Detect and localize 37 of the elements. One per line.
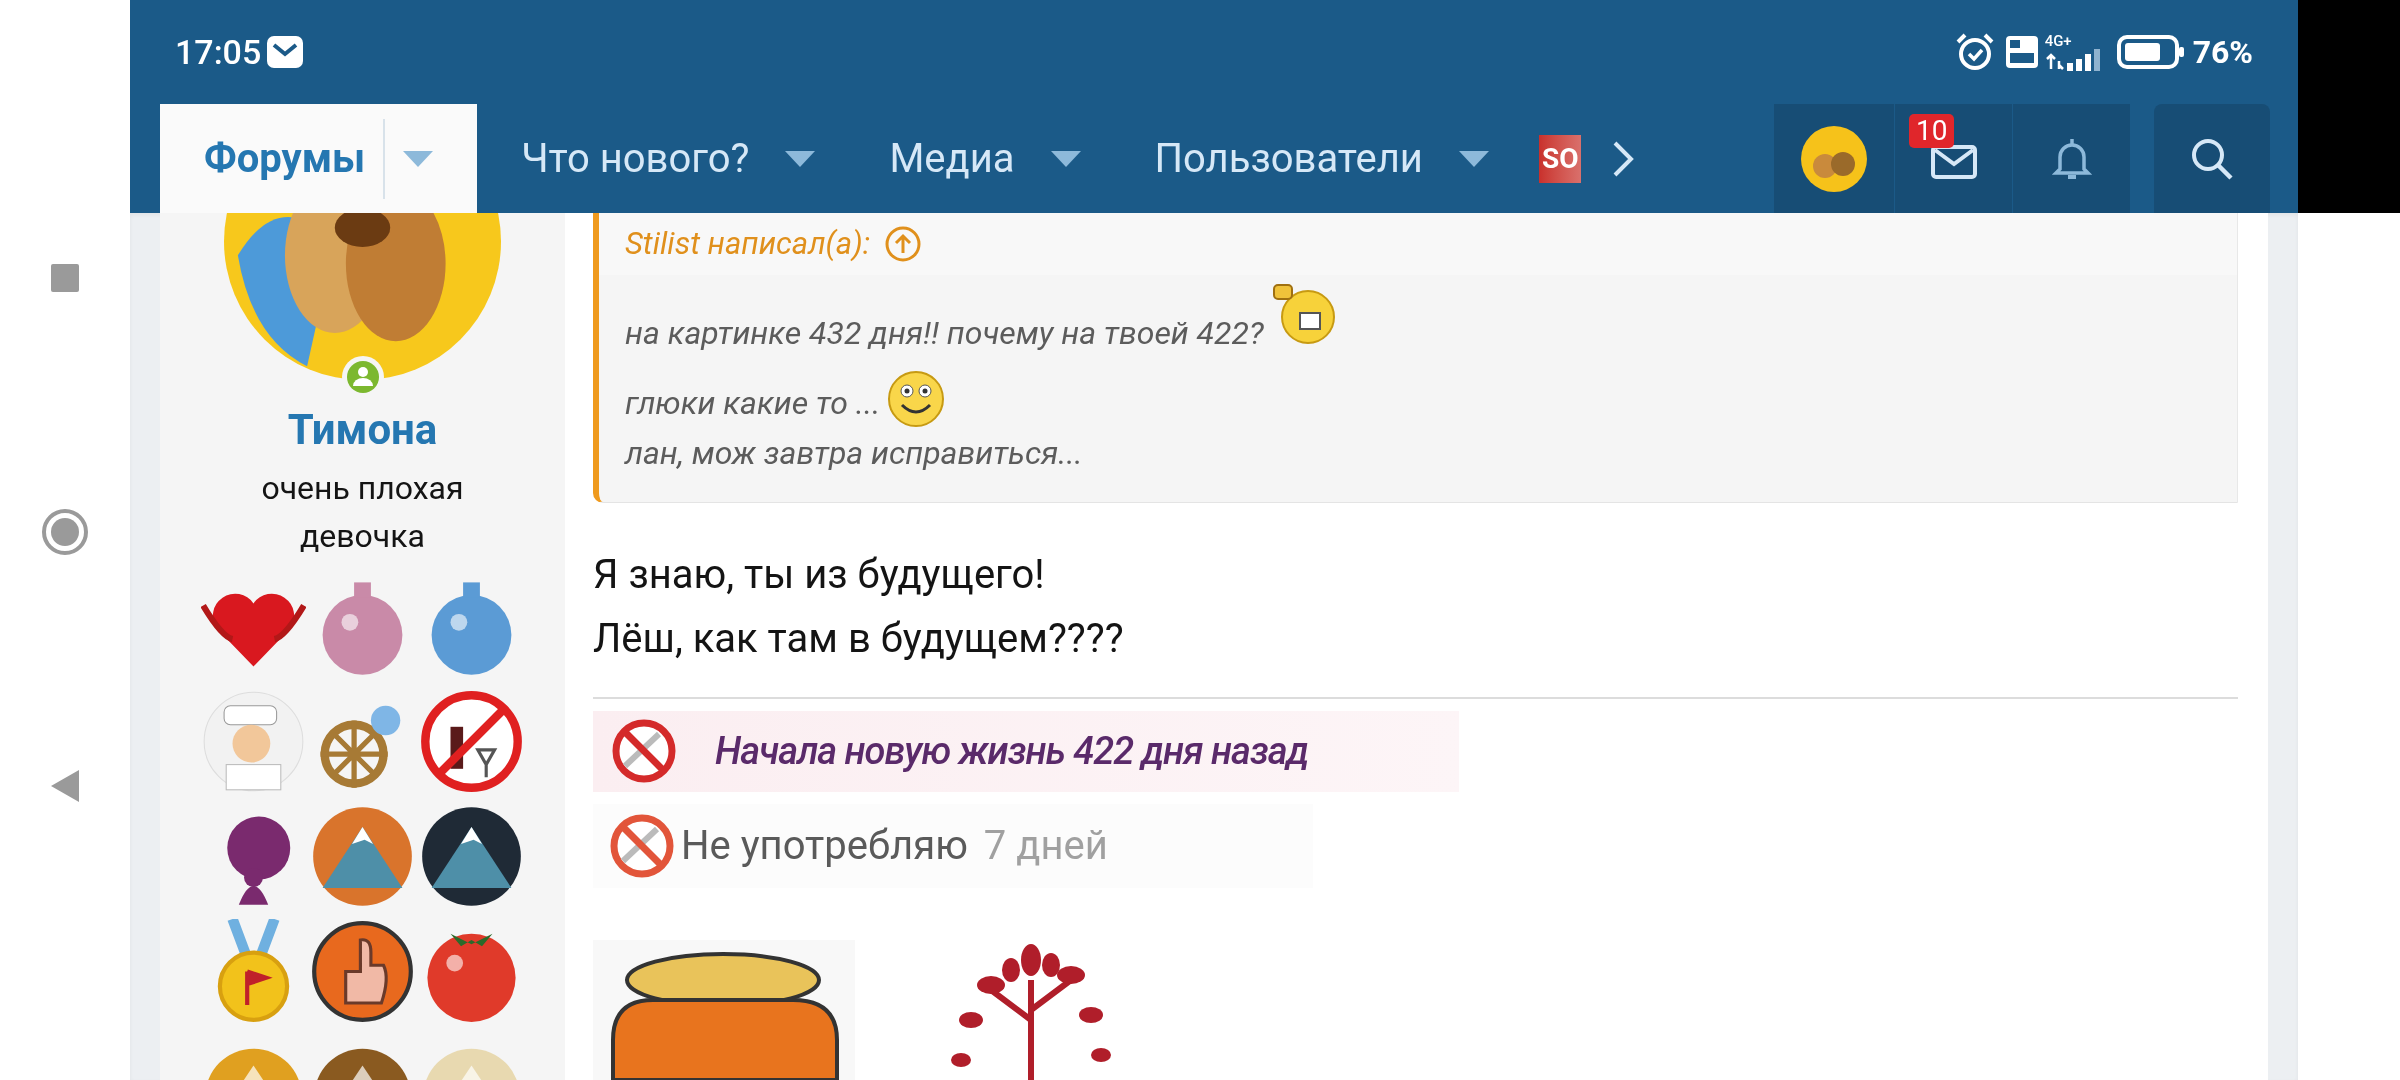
quote-text: лан, мож завтра исправиться... (625, 433, 1083, 474)
bell-icon[interactable] (2051, 136, 2092, 181)
nav-tab[interactable]: Пользователи (1110, 104, 1519, 213)
day-count: 7 дней (983, 820, 1108, 871)
nav-tab[interactable]: Форумы (160, 104, 478, 213)
quote-text: глюки какие то ... (625, 383, 881, 424)
user-name-link[interactable]: Тимона (287, 404, 438, 456)
caret-down-icon (785, 150, 816, 167)
signal-icon (2044, 49, 2103, 71)
quote-text: на картинке 432 дня!! почему на твоей 422? (625, 313, 1264, 354)
nav-tab[interactable]: Что нового? (477, 104, 846, 213)
battery-percentage: 76% (2192, 32, 2253, 73)
smiley-icon (886, 369, 947, 429)
envelope-icon (1929, 143, 1978, 180)
battery-icon (2116, 35, 2185, 69)
arrow-up-circle-icon[interactable] (884, 225, 923, 263)
quote-author-link[interactable]: Stilist написал(а): (625, 226, 871, 262)
nav-tab[interactable]: Медиа (845, 104, 1111, 213)
partial-nav-tab[interactable]: SO (1538, 134, 1582, 183)
recent-apps-icon[interactable] (49, 262, 81, 294)
caret-down-icon (1050, 150, 1081, 167)
clock-time: 17:05 (175, 30, 262, 74)
banner-text: Начала новую жизнь 422 дня назад (715, 727, 1309, 775)
user-avatar-icon[interactable] (1801, 125, 1867, 192)
unread-count-badge: 10 (1909, 114, 1955, 148)
network-type: 4G+ (2044, 33, 2072, 49)
caret-down-icon (1458, 150, 1489, 167)
volte-icon (2004, 35, 2039, 69)
banner-text: Не употребляю (681, 820, 968, 871)
post-message: Я знаю, ты из будущего! Лёш, как там в будущем???? (593, 549, 1125, 664)
alarm-icon (1954, 32, 1995, 72)
caret-down-icon (403, 150, 434, 167)
search-icon[interactable] (2190, 136, 2234, 181)
back-icon[interactable] (49, 768, 81, 804)
user-title: очень плохая девочка (260, 468, 465, 557)
home-icon[interactable] (41, 508, 89, 556)
mail-icon (265, 34, 306, 70)
